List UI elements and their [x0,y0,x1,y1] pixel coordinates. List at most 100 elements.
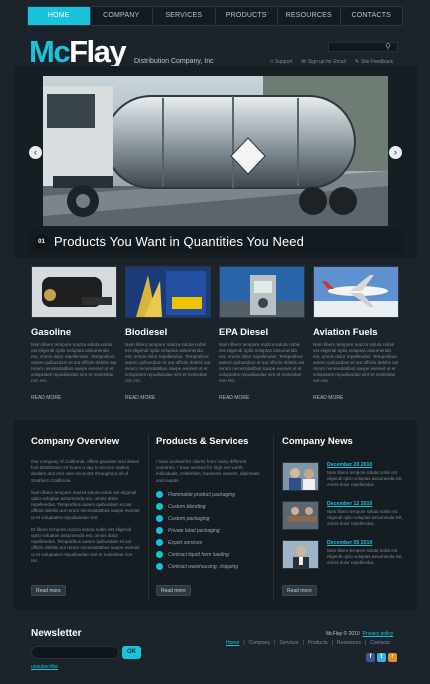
footer-separator: | [364,640,367,646]
news-date-link[interactable]: December 20 2010 [327,462,403,468]
feedback-icon: ✎ [354,59,360,65]
services-intro: I have worked for clients from many diff… [156,459,260,483]
fuel-nozzle-illustration [32,267,116,317]
nav-item-resources[interactable]: RESOURCES [277,7,340,25]
footer-link-resources[interactable]: Resources [337,640,361,646]
diesel-pump-illustration [220,267,304,317]
nav-item-products[interactable]: PRODUCTS [214,7,278,25]
top-links: □ Support ✉ Sign up for Email ✎ Site Feedba… [270,59,393,65]
footer-link-products[interactable]: Products [308,640,328,646]
footer-link-home[interactable]: Home [226,640,239,646]
news-thumbnail[interactable] [282,540,319,569]
rss-icon[interactable]: r [388,653,397,662]
service-label: Contract liquid form loading [168,551,229,558]
product-text: Nam libero tempore mazza soluta nobis es… [219,342,305,383]
product-gasoline: Gasoline Nam libero tempore mazza soluta… [31,266,117,401]
news-read-more-button[interactable]: Read more [282,585,317,596]
slider-next-button[interactable]: › [389,146,402,159]
section-title: Products & Services [156,436,249,447]
services-list: Flammable product packaging Custom blend… [156,489,266,573]
privacy-policy-link[interactable]: Privacy policy [363,631,394,637]
news-date-link[interactable]: December 05 2010 [327,540,403,546]
support-link[interactable]: □ Support [270,59,293,65]
footer-link-company[interactable]: Company [249,640,270,646]
service-label: Custom blending [168,503,206,510]
biodiesel-image[interactable] [125,266,211,318]
news-date-link[interactable]: December 12 2010 [327,501,403,507]
nav-item-services[interactable]: SERVICES [152,7,215,25]
slider-prev-button[interactable]: ‹ [29,146,42,159]
newsletter-email-input[interactable] [31,646,119,659]
news-text: Nam libero tempore soluta nobis est elig… [327,509,403,526]
company-overview: Company Overview Our company of Californ… [31,436,141,564]
read-more-link[interactable]: READ MORE [313,395,399,401]
service-label: Private label packaging [168,527,220,534]
overview-read-more-button[interactable]: Read more [31,585,66,596]
newsletter-ok-button[interactable]: OK [122,646,141,659]
news-body: December 05 2010 Nam libero tempore solu… [327,540,403,569]
news-thumbnail[interactable] [282,462,319,491]
workers-illustration [283,463,318,490]
footer-separator: | [243,640,245,646]
newsletter-title: Newsletter [31,628,82,639]
product-title: Aviation Fuels [313,327,378,338]
news-item: December 05 2010 Nam libero tempore solu… [282,540,403,569]
bullet-icon [156,539,163,547]
news-item: December 12 2010 Nam libero tempore solu… [282,501,403,530]
logo[interactable]: McFlay [29,34,127,70]
services-read-more-button[interactable]: Read more [156,585,191,596]
unsubscribe-link[interactable]: unsubscribe [31,664,58,670]
aviation-fuels-image[interactable] [313,266,399,318]
logo-flay: Flay [69,34,127,69]
section-title: Company News [282,436,353,447]
service-item[interactable]: Custom blending [156,501,266,513]
nav-item-home[interactable]: HOME [28,7,90,25]
products-services: Products & Services I have worked for cl… [156,436,266,573]
feedback-link[interactable]: ✎ Site Feedback [355,59,393,65]
overview-paragraph: Our company of California, offers gasoli… [31,459,139,483]
news-body: December 20 2010 Nam libero tempore solu… [327,462,403,491]
meeting-illustration [283,502,318,529]
bullet-icon [156,515,163,523]
company-news: Company News [282,436,353,447]
service-item[interactable]: Contract warehousing, shipping [156,561,266,573]
footer-link-services[interactable]: Services [279,640,298,646]
bullet-icon [156,551,163,559]
nav-item-contacts[interactable]: CONTACTS [339,7,403,25]
copyright: McFlay © 2010 Privacy policy [326,631,393,637]
product-epa-diesel: EPA Diesel Nam libero tempore mazza solu… [219,266,305,401]
service-item[interactable]: Private label packaging [156,525,266,537]
slider-image-tanker-truck [43,76,388,226]
epa-diesel-image[interactable] [219,266,305,318]
read-more-link[interactable]: READ MORE [31,395,117,401]
service-item[interactable]: Custom packaging [156,513,266,525]
search-icon[interactable]: ⚲ [385,42,391,51]
support-label: Support [275,59,293,65]
product-title: Gasoline [31,327,72,338]
product-title: EPA Diesel [219,327,269,338]
slide-number: 01 [34,235,49,250]
airplane-illustration [314,267,398,317]
mail-icon: ✉ [301,59,306,65]
service-item[interactable]: Contract liquid form loading [156,549,266,561]
footer-link-contacts[interactable]: Contacts [370,640,390,646]
copyright-text: McFlay © 2010 [326,631,360,637]
gasoline-image[interactable] [31,266,117,318]
footer-separator: | [302,640,304,646]
news-body: December 12 2010 Nam libero tempore solu… [327,501,403,530]
service-item[interactable]: Export services [156,537,266,549]
service-label: Contract warehousing, shipping [168,563,239,570]
footer-separator: | [274,640,276,646]
service-item[interactable]: Flammable product packaging [156,489,266,501]
facebook-icon[interactable]: f [366,653,375,662]
nav-item-company[interactable]: COMPANY [89,7,153,25]
read-more-link[interactable]: READ MORE [219,395,305,401]
service-label: Export services [168,539,203,546]
twitter-icon[interactable]: t [377,653,386,662]
column-divider [148,434,149,600]
overview-paragraph: Nam libero tempore mazza soluta nobis es… [31,489,140,520]
email-signup-link[interactable]: ✉ Sign up for Email [302,59,346,65]
biodiesel-pump-illustration [126,267,210,317]
read-more-link[interactable]: READ MORE [125,395,211,401]
news-thumbnail[interactable] [282,501,319,530]
